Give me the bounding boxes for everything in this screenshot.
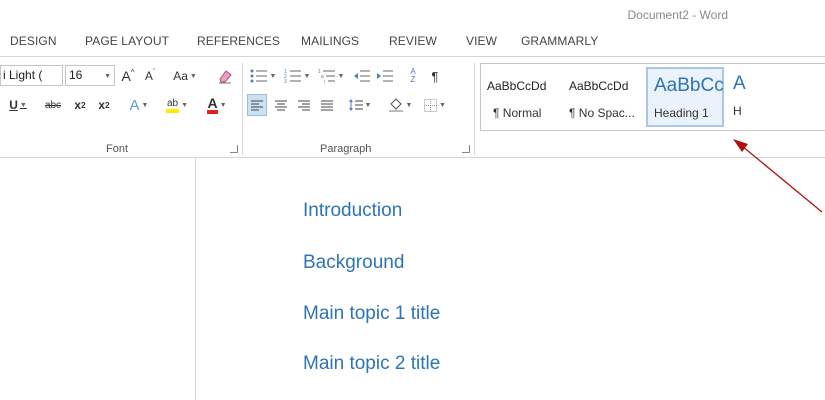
annotation-arrow: [733, 139, 823, 213]
